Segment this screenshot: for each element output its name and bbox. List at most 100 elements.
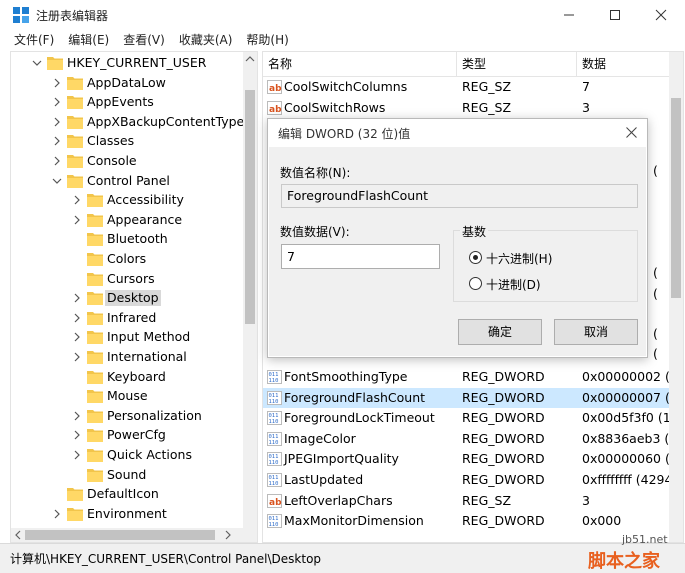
value-name-cell: JPEGImportQuality xyxy=(284,451,399,467)
menu-edit[interactable]: 编辑(E) xyxy=(68,30,115,50)
tree-item[interactable]: Infrared xyxy=(11,308,243,328)
value-data-input[interactable]: 7 xyxy=(281,244,440,269)
table-row[interactable]: ab LeftOverlapChars REG_SZ 3 xyxy=(263,491,683,511)
tree-item[interactable]: Sound xyxy=(11,465,243,485)
scroll-left-icon[interactable] xyxy=(13,530,23,540)
chevron-right-icon[interactable] xyxy=(71,291,83,305)
tree-item-label: Infrared xyxy=(107,309,157,325)
tree-item[interactable]: HKEY_CURRENT_USER xyxy=(11,53,243,73)
title-bar: 注册表编辑器 xyxy=(0,0,685,30)
menu-help[interactable]: 帮助(H) xyxy=(246,30,294,50)
table-row[interactable]: ab CoolSwitchRows REG_SZ 3 xyxy=(263,98,683,118)
svg-text:110: 110 xyxy=(269,440,279,446)
chevron-right-icon[interactable] xyxy=(71,428,83,442)
chevron-down-icon[interactable] xyxy=(31,56,43,70)
scroll-up-icon[interactable] xyxy=(245,54,255,64)
maximize-button[interactable] xyxy=(592,0,638,30)
tree-item[interactable]: Bluetooth xyxy=(11,229,243,249)
radix-hex-radio[interactable] xyxy=(469,251,482,264)
table-row[interactable]: 011 110 LastUpdated REG_DWORD 0xffffffff (42… xyxy=(263,470,683,490)
tree-item[interactable]: PowerCfg xyxy=(11,425,243,445)
close-button[interactable] xyxy=(638,0,684,30)
radix-dec-radio[interactable] xyxy=(469,277,482,290)
value-data-cell: 0x00000002 ( xyxy=(582,369,670,384)
folder-icon xyxy=(67,115,83,129)
tree-item[interactable]: Colors xyxy=(11,249,243,269)
list-header: 名称 类型 数据 xyxy=(263,52,683,77)
chevron-right-icon[interactable] xyxy=(71,330,83,344)
tree-item[interactable]: Input Method xyxy=(11,327,243,347)
radix-label: 基数 xyxy=(460,223,489,240)
tree-item[interactable]: AppXBackupContentType xyxy=(11,112,244,132)
tree-item[interactable]: Quick Actions xyxy=(11,445,243,465)
table-row[interactable]: ab CoolSwitchColumns REG_SZ 7 xyxy=(263,77,683,97)
dialog-title: 编辑 DWORD (32 位)值 xyxy=(278,127,411,141)
tree-item[interactable]: AppEvents xyxy=(11,92,243,112)
chevron-right-icon[interactable] xyxy=(51,95,63,109)
chevron-right-icon[interactable] xyxy=(71,213,83,227)
svg-text:110: 110 xyxy=(269,460,279,466)
ok-button[interactable]: 确定 xyxy=(458,319,542,345)
chevron-right-icon[interactable] xyxy=(51,154,63,168)
folder-icon xyxy=(67,507,83,521)
column-data-header[interactable]: 数据 xyxy=(576,52,683,76)
chevron-right-icon[interactable] xyxy=(51,134,63,148)
table-row[interactable]: 011 110 ForegroundFlashCount REG_DWORD 0x000… xyxy=(263,387,683,408)
menu-favorites[interactable]: 收藏夹(A) xyxy=(179,30,239,50)
tree-item[interactable]: AppDataLow xyxy=(11,73,243,93)
chevron-right-icon[interactable] xyxy=(71,448,83,462)
table-row[interactable]: 011 110 ForegroundLockTimeout REG_DWORD 0x00… xyxy=(263,408,683,428)
tree-item[interactable]: DefaultIcon xyxy=(11,484,243,504)
chevron-right-icon[interactable] xyxy=(51,76,63,90)
column-type-header[interactable]: 类型 xyxy=(456,52,576,76)
tree-item[interactable]: Control Panel xyxy=(11,171,243,191)
tree-item[interactable]: International xyxy=(11,347,243,367)
chevron-right-icon[interactable] xyxy=(71,350,83,364)
value-data-cell: 7 xyxy=(582,79,590,94)
chevron-right-icon[interactable] xyxy=(51,507,63,521)
hidden-row-tail: ( xyxy=(653,163,658,178)
minimize-button[interactable] xyxy=(546,0,592,30)
radix-hex-option[interactable]: 十六进制(H) xyxy=(469,249,589,267)
menu-view[interactable]: 查看(V) xyxy=(123,30,171,50)
tree-item[interactable]: Desktop xyxy=(11,288,243,308)
table-row[interactable]: 011 110 FontSmoothingType REG_DWORD 0x000000… xyxy=(263,367,683,387)
column-name-header[interactable]: 名称 xyxy=(263,52,456,76)
radix-dec-option[interactable]: 十进制(D) xyxy=(469,275,589,293)
folder-icon xyxy=(87,194,103,208)
list-vertical-scroll-thumb[interactable] xyxy=(671,98,681,298)
chevron-right-icon[interactable] xyxy=(71,409,83,423)
cancel-button[interactable]: 取消 xyxy=(554,319,638,345)
scroll-right-icon[interactable] xyxy=(223,530,233,540)
key-tree[interactable]: HKEY_CURRENT_USER AppDataLow AppEvents AppX… xyxy=(10,51,258,543)
tree-item[interactable]: Environment xyxy=(11,504,243,524)
tree-item[interactable]: Classes xyxy=(11,131,243,151)
folder-icon xyxy=(87,213,103,227)
chevron-down-icon[interactable] xyxy=(51,174,63,188)
chevron-right-icon[interactable] xyxy=(51,115,63,129)
table-row[interactable]: 011 110 ImageColor REG_DWORD 0x8836aeb3 ( xyxy=(263,429,683,449)
chevron-right-icon[interactable] xyxy=(71,193,83,207)
value-type-cell: REG_DWORD xyxy=(462,430,545,446)
table-row[interactable]: 011 110 JPEGImportQuality REG_DWORD 0x000000… xyxy=(263,449,683,469)
tree-item[interactable]: Console xyxy=(11,151,243,171)
dialog-close-button[interactable] xyxy=(620,121,642,143)
status-path: 计算机\HKEY_CURRENT_USER\Control Panel\Desk… xyxy=(10,552,322,566)
tree-item[interactable]: Keyboard xyxy=(11,367,243,387)
tree-item[interactable]: Cursors xyxy=(11,269,243,289)
tree-horizontal-scroll-thumb[interactable] xyxy=(25,530,215,540)
folder-icon xyxy=(87,429,103,443)
tree-item[interactable]: Personalization xyxy=(11,406,243,426)
value-name-cell: LeftOverlapChars xyxy=(284,492,393,508)
watermark-brand: 脚本之家 xyxy=(588,551,660,572)
watermark-domain: jb51.net xyxy=(622,533,668,546)
folder-icon xyxy=(87,331,103,345)
menu-file[interactable]: 文件(F) xyxy=(0,30,60,50)
folder-icon xyxy=(67,76,83,90)
tree-item[interactable]: Accessibility xyxy=(11,190,243,210)
tree-item-label: PowerCfg xyxy=(107,427,166,443)
tree-vertical-scroll-thumb[interactable] xyxy=(245,90,255,324)
tree-item[interactable]: Appearance xyxy=(11,210,243,230)
chevron-right-icon[interactable] xyxy=(71,311,83,325)
tree-item[interactable]: Mouse xyxy=(11,386,243,406)
